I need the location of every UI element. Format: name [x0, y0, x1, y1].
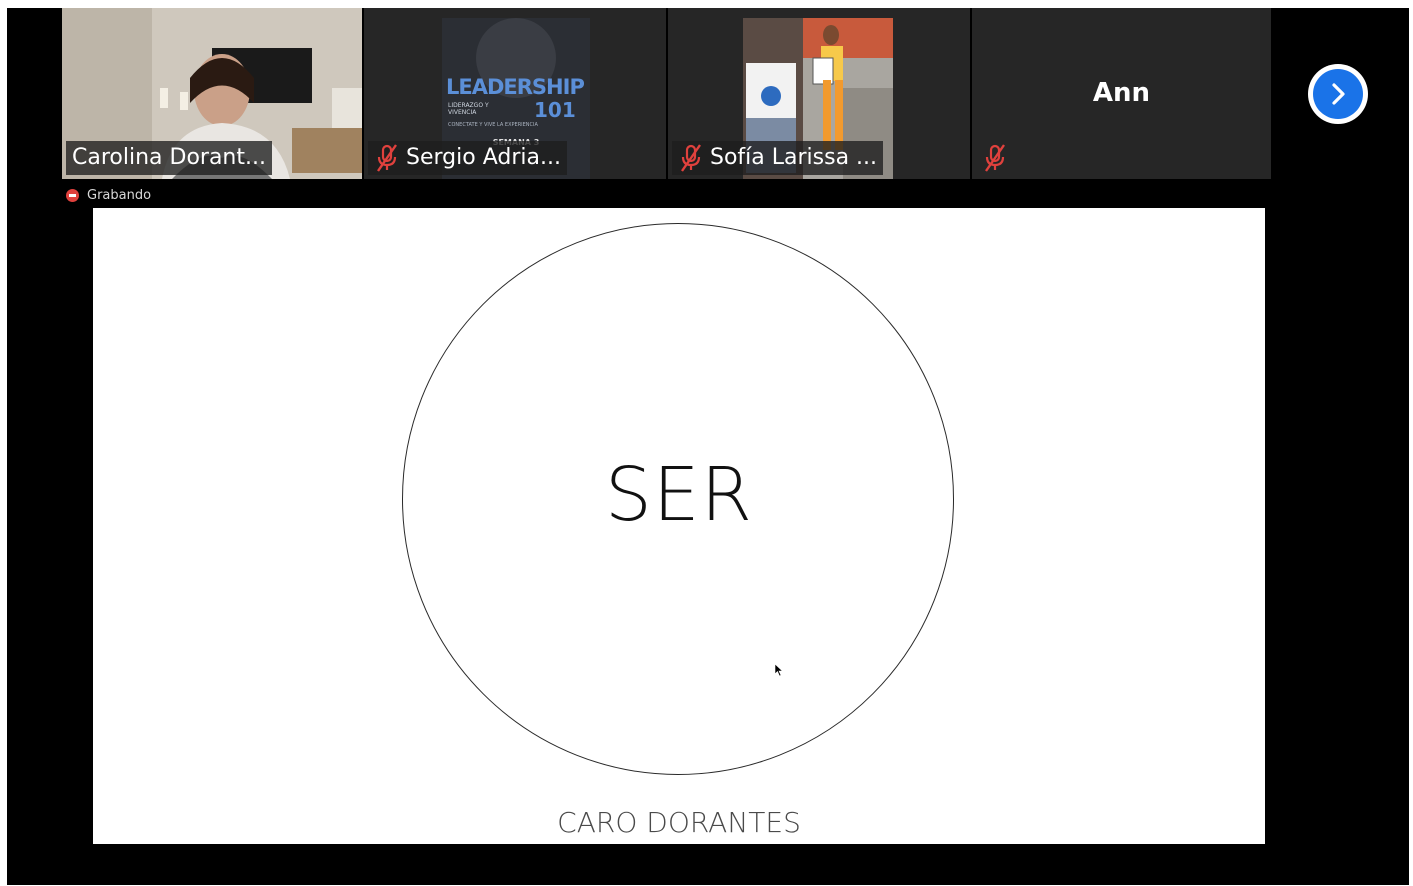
- participant-name-tag: Carolina Dorant...: [66, 141, 272, 175]
- background-number: 101: [534, 98, 576, 122]
- participant-name: Sergio Adria...: [406, 145, 561, 170]
- background-subtitle: LIDERAZGO Y VIVENCIA: [448, 102, 489, 116]
- recording-dot-icon: [66, 188, 79, 202]
- recording-label: Grabando: [87, 187, 152, 203]
- slide-main-word: SER: [604, 452, 754, 538]
- muted-mic-icon: [982, 143, 1008, 173]
- next-page-button[interactable]: [1308, 64, 1368, 124]
- participant-name-tag: [976, 141, 1014, 175]
- shared-screen-slide: SER CARO DORANTES: [93, 208, 1265, 844]
- participant-name-tag: Sergio Adria...: [368, 141, 567, 175]
- background-title: LEADERSHIP: [446, 75, 585, 99]
- participant-tile-sergio[interactable]: LEADERSHIP LIDERAZGO Y VIVENCIA 101 CONE…: [364, 8, 666, 179]
- participant-name: Carolina Dorant...: [72, 145, 266, 170]
- mouse-pointer-icon: [774, 662, 784, 681]
- chevron-right-icon: [1313, 69, 1363, 119]
- participant-tile-carolina[interactable]: Carolina Dorant...: [62, 8, 362, 179]
- muted-mic-icon: [678, 143, 704, 173]
- muted-mic-icon: [374, 143, 400, 173]
- slide-footer-brand: CARO DORANTES: [557, 806, 801, 839]
- participant-name-tag: Sofía Larissa ...: [672, 141, 884, 175]
- participant-name: Sofía Larissa ...: [710, 145, 878, 170]
- participant-tile-ann[interactable]: Ann: [972, 8, 1271, 179]
- background-tagline: CONECTATE Y VIVE LA EXPERIENCIA: [448, 122, 538, 128]
- participant-tile-sofia[interactable]: Sofía Larissa ...: [668, 8, 970, 179]
- recording-indicator: Grabando: [66, 187, 151, 203]
- participant-name-centered: Ann: [1092, 78, 1151, 108]
